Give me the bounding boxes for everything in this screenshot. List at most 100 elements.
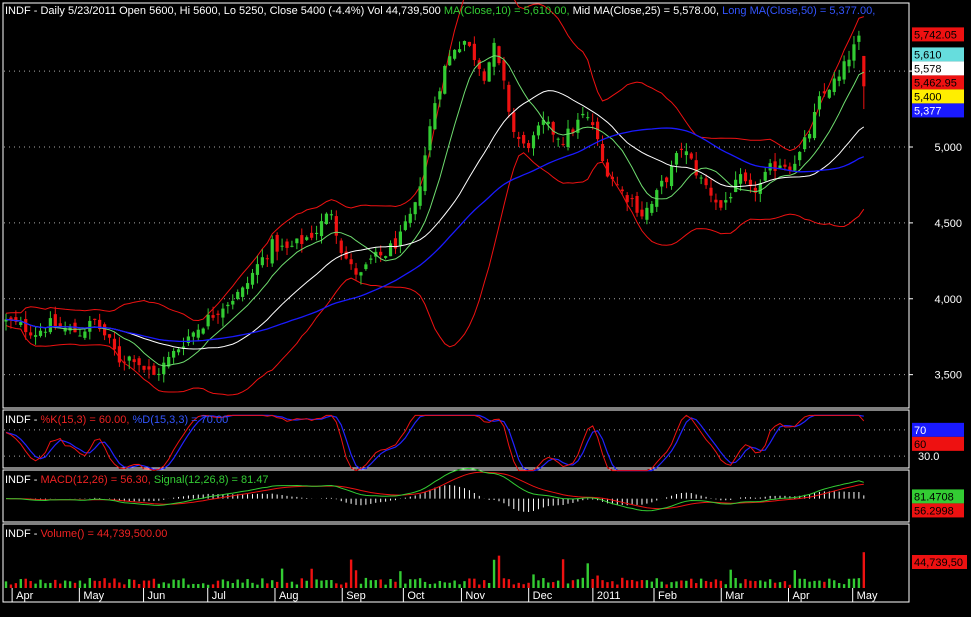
volume-bar [108,582,111,588]
volume-bar [566,583,570,588]
volume-bar [374,580,377,588]
volume-bar [463,581,466,588]
candle-body [221,308,225,318]
candle-body [847,59,851,67]
candle-body [457,49,462,53]
volume-bar [847,578,851,588]
candle-body [122,361,126,363]
volume-bar [394,581,397,588]
candle-body [467,41,472,46]
volume-bar [621,577,624,588]
volume-bar [256,584,259,588]
candle-body [364,264,368,270]
candle-body [428,126,432,151]
volume-bar [768,579,772,588]
candle-body [832,78,836,93]
candle-body [724,200,728,203]
candle-body [827,89,831,98]
candle-body [704,178,708,186]
candle-body [448,56,452,66]
volume-bar [625,580,629,588]
candle-body [438,91,442,100]
stochastic-header-separator: - [31,414,41,426]
candle-body [423,155,427,192]
volume-bar [502,578,506,588]
x-axis-label: Apr [792,590,809,602]
price-header-ma10: MA(Close,10) = 5,610.00, [444,5,570,17]
x-axis-label: Jun [148,590,166,602]
candle-body [359,272,363,276]
candle-body [83,331,87,338]
candle-body [93,318,97,320]
volume-bar [132,579,136,588]
candle-body [112,338,117,350]
volume-bar [438,580,442,588]
volume-bar [54,579,57,588]
volume-bar [828,578,831,588]
candle-body [714,199,718,203]
macd-header: INDF - MACD(12,26) = 56.30, Signal(12,26… [5,474,269,486]
volume-bar [601,580,604,588]
candle-body [526,143,531,149]
volume-bar [142,580,146,588]
volume-bar [271,580,274,588]
volume-bar [512,584,515,588]
volume-bar [665,584,668,588]
volume-bar [522,584,525,588]
candle-body [798,151,802,161]
volume-bar [98,581,101,588]
volume-bar [157,583,161,588]
candle-body [339,240,343,253]
candle-body [255,264,260,275]
stochastic-header-symbol: INDF [5,414,31,426]
candle-body [837,76,841,81]
candle-body [132,359,136,363]
candle-body [127,356,131,361]
candle-body [300,235,304,244]
candle-body [482,71,486,81]
volume-bar [714,579,718,588]
candle-body [487,62,491,82]
volume-bar [473,578,476,588]
x-axis-label: 2011 [597,590,621,602]
candle-body [43,331,48,333]
volume-bar [542,578,545,588]
volume-bar [137,584,141,588]
candle-body [245,283,250,289]
volume-header-separator: - [31,528,41,540]
volume-bar [118,582,121,588]
volume-bar [330,580,333,588]
volume-bar [266,583,269,588]
candle-body [522,134,526,144]
volume-bar [453,580,456,588]
volume-bar [517,582,520,588]
price-tick-label: 5,000 [934,142,962,154]
volume-bar [552,582,555,588]
macd-header-separator: - [31,474,41,486]
candle-body [803,137,807,150]
candle-body [817,96,822,110]
candle-body [142,365,146,370]
candle-body [344,251,348,259]
candle-body [324,213,329,225]
volume-bar [128,579,131,588]
volume-bar [685,580,688,588]
candle-body [773,161,777,171]
price-tick-label: 3,500 [934,370,962,382]
candle-body [443,66,447,94]
volume-bar [660,581,663,588]
candle-body [610,176,614,180]
volume-bar [645,580,649,588]
candle-body [260,257,264,266]
x-axis-label: Feb [658,590,677,602]
candle-body [196,329,200,338]
candle-body [433,103,437,130]
candle-body [669,165,674,187]
volume-bar [837,583,841,588]
volume-bar [586,563,589,588]
volume-bar [630,579,634,588]
volume-bar [857,578,861,588]
volume-bar [749,580,752,588]
macd-header-macd: MACD(12,26) = 56.30, [40,474,150,486]
volume-bar [813,580,816,588]
